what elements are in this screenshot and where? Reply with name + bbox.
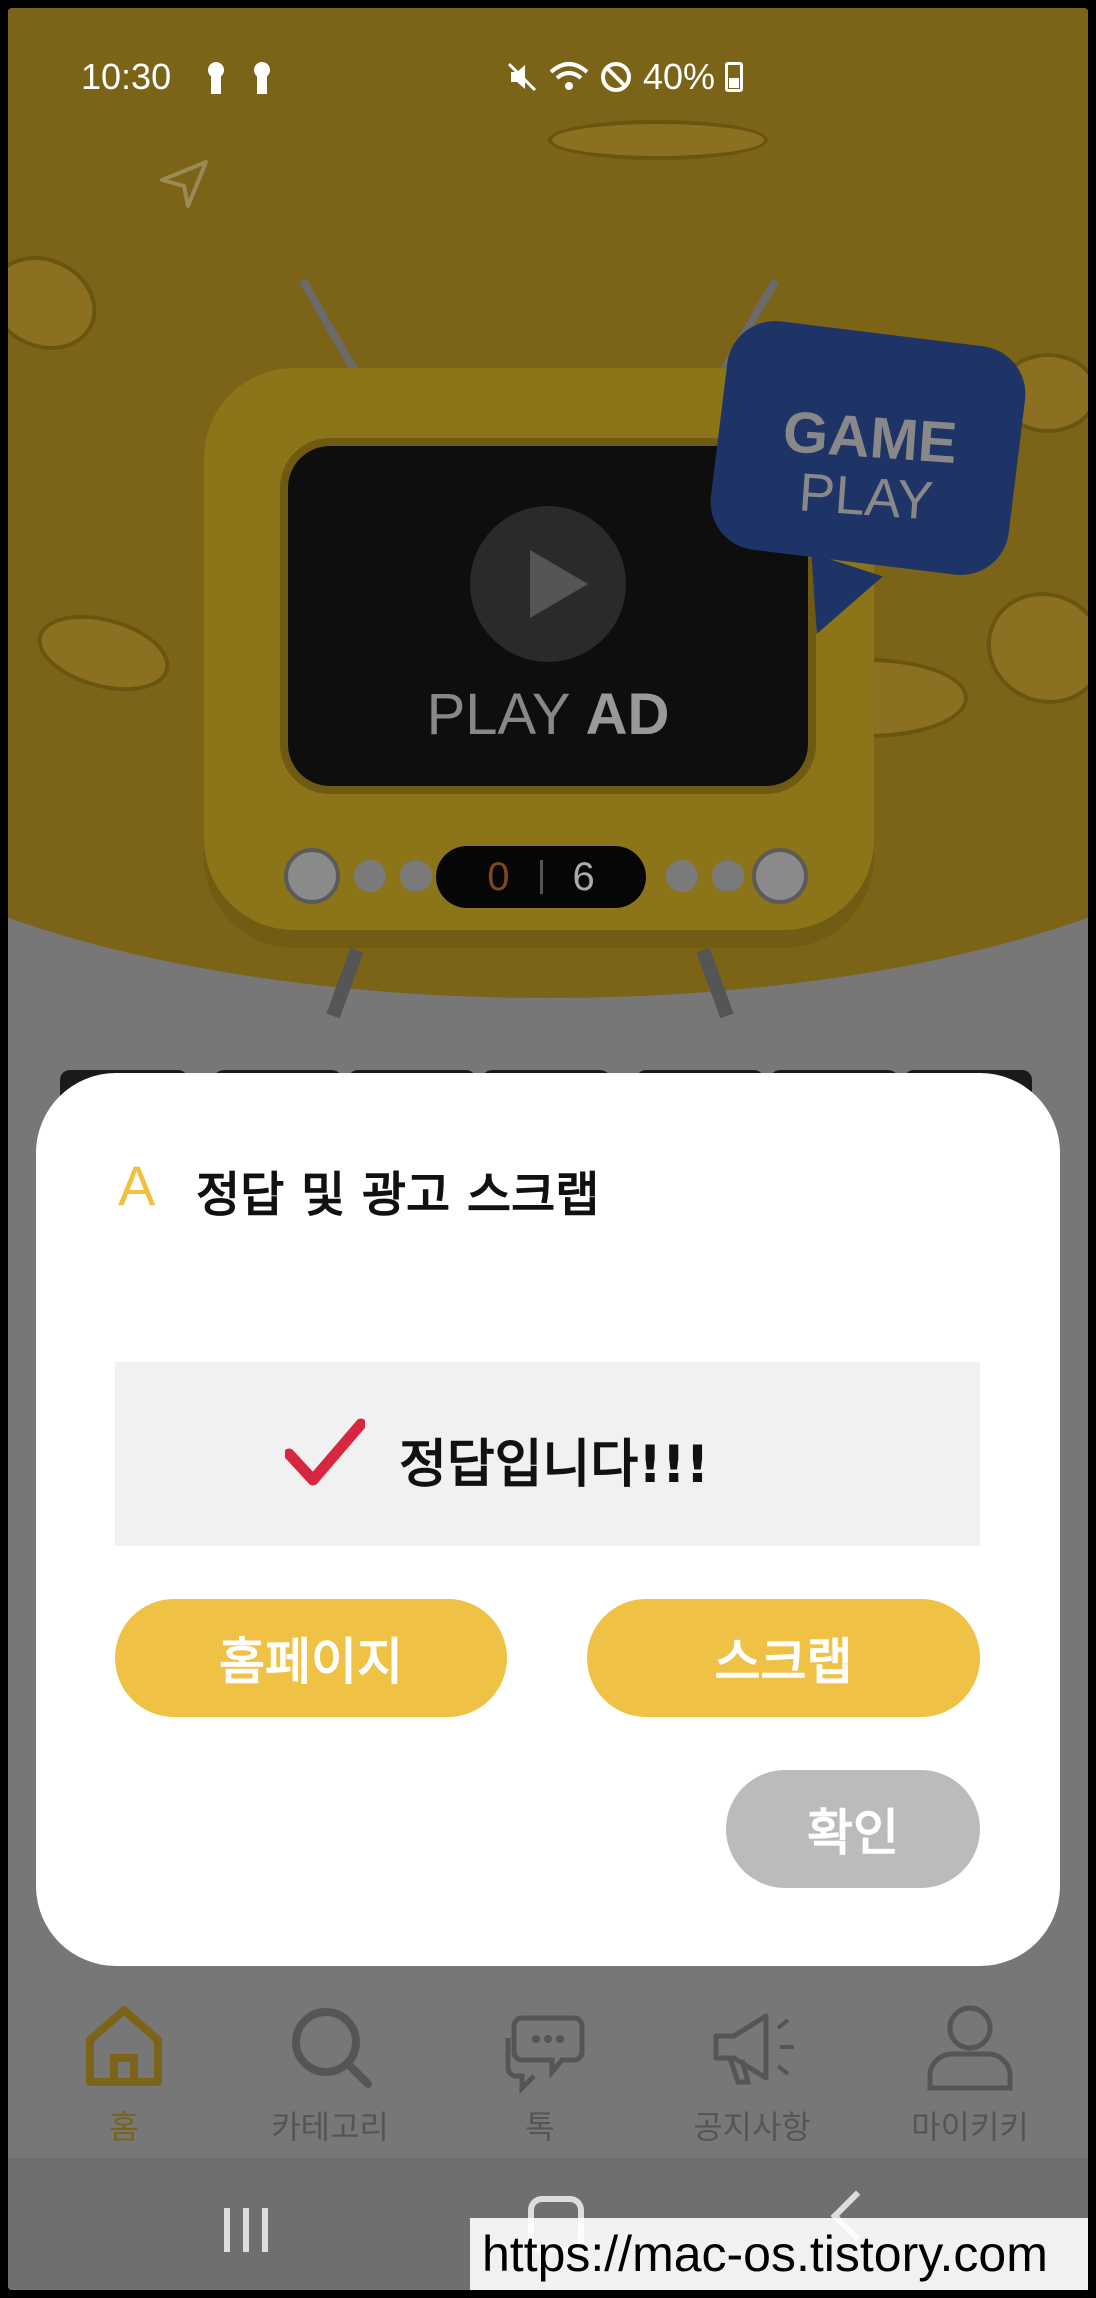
user-icon <box>927 2005 1013 2091</box>
scrap-button[interactable]: 스크랩 <box>587 1599 980 1717</box>
nav-notice-label: 공지사항 <box>693 2108 811 2146</box>
tv-knob <box>284 848 340 904</box>
result-box: 정답입니다!!! <box>115 1362 980 1546</box>
key-icon <box>205 62 227 94</box>
dialog-a-icon: A <box>118 1154 156 1217</box>
dialog-title: 정답 및 광고 스크랩 <box>196 1167 600 1223</box>
battery-percent: 40% <box>643 56 716 97</box>
nav-talk[interactable]: 톡 <box>440 1998 640 2148</box>
answer-scrap-dialog: A 정답 및 광고 스크랩 정답입니다!!! 홈페이지 스크랩 확인 <box>36 1073 1060 1966</box>
bottom-navigation: 홈 카테고리 톡 공지사항 마이키키 <box>8 1998 1088 2148</box>
ad-counter: 0 6 <box>436 846 646 908</box>
nav-category[interactable]: 카테고리 <box>230 1998 430 2148</box>
tv-knob <box>752 848 808 904</box>
nav-mypage-label: 마이키키 <box>911 2108 1029 2146</box>
coin-decoration <box>548 120 768 160</box>
play-ad-label: PLAY AD <box>426 682 670 747</box>
nav-talk-label: 톡 <box>525 2108 555 2146</box>
nav-home-label: 홈 <box>109 2108 139 2146</box>
recent-apps-icon[interactable] <box>224 2208 268 2252</box>
mute-icon <box>507 62 537 92</box>
check-icon <box>285 1418 365 1486</box>
confirm-button[interactable]: 확인 <box>726 1770 980 1888</box>
counter-total: 6 <box>572 854 595 899</box>
key-icon <box>251 62 273 94</box>
play-icon <box>530 550 588 618</box>
home-icon <box>86 2006 162 2086</box>
chat-icon <box>505 2015 585 2094</box>
battery-icon <box>725 62 744 92</box>
tv-button-dot <box>712 860 744 892</box>
tv-button-dot <box>666 860 698 892</box>
send-arrow-icon[interactable] <box>158 156 212 210</box>
counter-current: 0 <box>487 854 510 899</box>
play-button[interactable] <box>470 506 626 662</box>
result-text: 정답입니다!!! <box>399 1435 710 1495</box>
megaphone-icon <box>713 2013 794 2085</box>
do-not-disturb-icon <box>601 62 631 92</box>
nav-category-label: 카테고리 <box>271 2108 389 2146</box>
app-screen: 10:30 40% PLAY AD 0 6 GAME PLAY A 정답 및 광… <box>8 8 1088 2290</box>
search-icon <box>292 2008 372 2088</box>
status-bar: 10:30 40% <box>8 8 1088 128</box>
nav-notice[interactable]: 공지사항 <box>652 1998 852 2148</box>
watermark: https://mac-os.tistory.com <box>470 2218 1088 2290</box>
wifi-icon <box>549 62 589 90</box>
nav-home[interactable]: 홈 <box>24 1998 224 2148</box>
tv-button-dot <box>354 860 386 892</box>
homepage-button[interactable]: 홈페이지 <box>115 1599 507 1717</box>
nav-mypage[interactable]: 마이키키 <box>870 1998 1070 2148</box>
tv-button-dot <box>400 860 432 892</box>
counter-divider <box>539 860 543 894</box>
status-time: 10:30 <box>81 56 172 97</box>
game-play-text: GAME PLAY <box>714 398 1022 537</box>
status-right-group: 40% <box>505 56 744 98</box>
